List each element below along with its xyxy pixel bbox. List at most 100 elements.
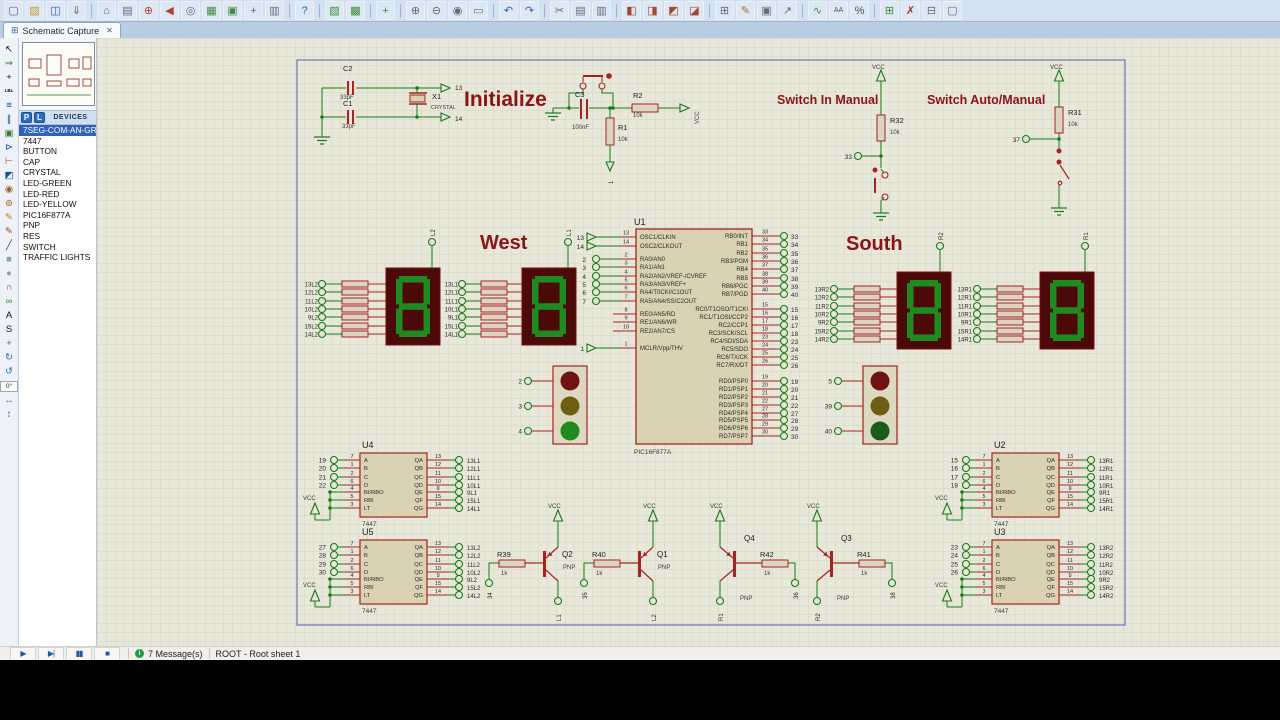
- contact-circle[interactable]: [881, 171, 889, 179]
- terminal[interactable]: [457, 279, 467, 289]
- collector[interactable]: [816, 569, 831, 582]
- terminal[interactable]: [1021, 134, 1031, 144]
- q1-pnp-transistor[interactable]: VCC L2 R40 1k 35 Q1 PNP: [579, 504, 671, 621]
- terminal[interactable]: [457, 329, 467, 339]
- terminal[interactable]: [454, 590, 464, 600]
- new-file-icon[interactable]: ▢: [4, 1, 23, 20]
- terminal[interactable]: [829, 326, 839, 336]
- terminal[interactable]: [779, 400, 789, 410]
- terminal[interactable]: [591, 287, 601, 297]
- resistor[interactable]: [996, 327, 1024, 335]
- terminal[interactable]: [1086, 542, 1096, 552]
- zoom-all-icon[interactable]: ◉: [448, 1, 467, 20]
- resistor[interactable]: [341, 280, 369, 288]
- terminal[interactable]: [779, 352, 789, 362]
- terminal[interactable]: [961, 559, 971, 569]
- terminal[interactable]: [972, 301, 982, 311]
- terminal[interactable]: [457, 296, 467, 306]
- junction-dot[interactable]: [328, 506, 332, 510]
- selection-mode-icon[interactable]: ↖: [2, 43, 17, 56]
- resistor[interactable]: [341, 330, 369, 338]
- terminal[interactable]: [779, 344, 789, 354]
- resistor[interactable]: [480, 280, 508, 288]
- voltage-probe-mode-icon[interactable]: ✎: [2, 211, 17, 224]
- device-item-cap[interactable]: CAP: [19, 157, 96, 168]
- new-sheet-icon[interactable]: ⊞: [880, 1, 899, 20]
- resistor[interactable]: [480, 288, 508, 296]
- terminal[interactable]: [779, 312, 789, 322]
- terminal[interactable]: [457, 312, 467, 322]
- junction-dot-mode-icon[interactable]: +: [2, 71, 17, 84]
- device-item-res[interactable]: RES: [19, 231, 96, 242]
- mirror-horizontal-icon[interactable]: ↔: [2, 394, 17, 407]
- terminal[interactable]: [591, 262, 601, 272]
- terminal[interactable]: [829, 334, 839, 344]
- step-button[interactable]: ▶|: [38, 646, 64, 661]
- resistor[interactable]: [1054, 106, 1064, 134]
- redo-icon[interactable]: ↷: [520, 1, 539, 20]
- terminal[interactable]: [1086, 550, 1096, 560]
- snap-grid-icon[interactable]: ▥: [265, 1, 284, 20]
- vcc-arrow[interactable]: [309, 501, 321, 515]
- junction-dot[interactable]: [960, 577, 964, 581]
- component-stroke[interactable]: [1059, 164, 1070, 180]
- junction-dot[interactable]: [879, 154, 883, 158]
- terminal[interactable]: [454, 480, 464, 490]
- resistor[interactable]: [480, 305, 508, 313]
- resistor[interactable]: [996, 285, 1024, 293]
- terminal[interactable]: [1086, 503, 1096, 513]
- junction-dot[interactable]: [328, 490, 332, 494]
- device-item-pic16f877a[interactable]: PIC16F877A: [19, 210, 96, 221]
- terminal[interactable]: [779, 273, 789, 283]
- resistor[interactable]: [853, 327, 881, 335]
- terminal[interactable]: [972, 284, 982, 294]
- resistor[interactable]: [853, 335, 881, 343]
- terminal-arrow[interactable]: [586, 241, 598, 251]
- resistor[interactable]: [631, 103, 659, 113]
- indicator-dot[interactable]: [606, 73, 612, 79]
- device-item-crystal[interactable]: CRYSTAL: [19, 167, 96, 178]
- terminal[interactable]: [648, 596, 658, 606]
- terminal[interactable]: [454, 495, 464, 505]
- play-button[interactable]: ▶: [10, 646, 36, 661]
- vcc-arrow[interactable]: [811, 508, 823, 522]
- cut-icon[interactable]: ✂: [550, 1, 569, 20]
- device-item-led-red[interactable]: LED-RED: [19, 189, 96, 200]
- junction-dot[interactable]: [328, 577, 332, 581]
- rotate-anticlockwise-icon[interactable]: ↺: [2, 365, 17, 378]
- resistor[interactable]: [341, 288, 369, 296]
- terminal[interactable]: [454, 542, 464, 552]
- 7seg-display-r1[interactable]: 13R1 12R1 11R1 10R1 9R1 15R1 14R1 R1: [958, 232, 1095, 350]
- packaging-tool-icon[interactable]: ▣: [757, 1, 776, 20]
- device-item-7seg-com-an-grn[interactable]: 7SEG-COM-AN-GRN: [19, 125, 96, 136]
- traffic-light-2[interactable]: 5 39 40: [825, 365, 898, 445]
- terminal[interactable]: [833, 376, 843, 386]
- resistor[interactable]: [876, 114, 886, 142]
- terminal[interactable]: [853, 151, 863, 161]
- vcc-arrow[interactable]: [309, 588, 321, 602]
- terminal[interactable]: [1086, 559, 1096, 569]
- u3-7447[interactable]: U3 7447 A 7 QA 13 13R2 23 B 1 QB 12 12R2 24 C 2 QC 11 11R2…: [935, 527, 1114, 615]
- terminal[interactable]: [454, 559, 464, 569]
- block-move-icon[interactable]: ◨: [643, 1, 662, 20]
- resistor[interactable]: [761, 559, 789, 568]
- terminal[interactable]: [1086, 463, 1096, 473]
- redraw-icon[interactable]: ▧: [325, 1, 344, 20]
- terminal[interactable]: [972, 317, 982, 327]
- transistor-bar[interactable]: [638, 551, 641, 577]
- decompose-icon[interactable]: ↗: [778, 1, 797, 20]
- remove-sheet-icon[interactable]: ✗: [901, 1, 920, 20]
- terminal[interactable]: [779, 289, 789, 299]
- zoom-area-icon[interactable]: ▭: [469, 1, 488, 20]
- current-probe-mode-icon[interactable]: ✎: [2, 225, 17, 238]
- indicator-dot[interactable]: [1056, 159, 1062, 165]
- terminal[interactable]: [317, 279, 327, 289]
- emitter[interactable]: [640, 546, 654, 559]
- terminal[interactable]: [961, 463, 971, 473]
- wire-autorouter-icon[interactable]: ∿: [808, 1, 827, 20]
- junction-dot[interactable]: [611, 106, 615, 110]
- q3-pnp-transistor[interactable]: VCC R2 R41 1k 38 Q3 PNP: [807, 504, 897, 621]
- junction-dot[interactable]: [1057, 137, 1061, 141]
- terminal[interactable]: [591, 271, 601, 281]
- schematic-canvas[interactable]: C2 33pF C1 33pF X1 CRYSTAL 13 14 Initialize C3 100…: [97, 38, 1280, 646]
